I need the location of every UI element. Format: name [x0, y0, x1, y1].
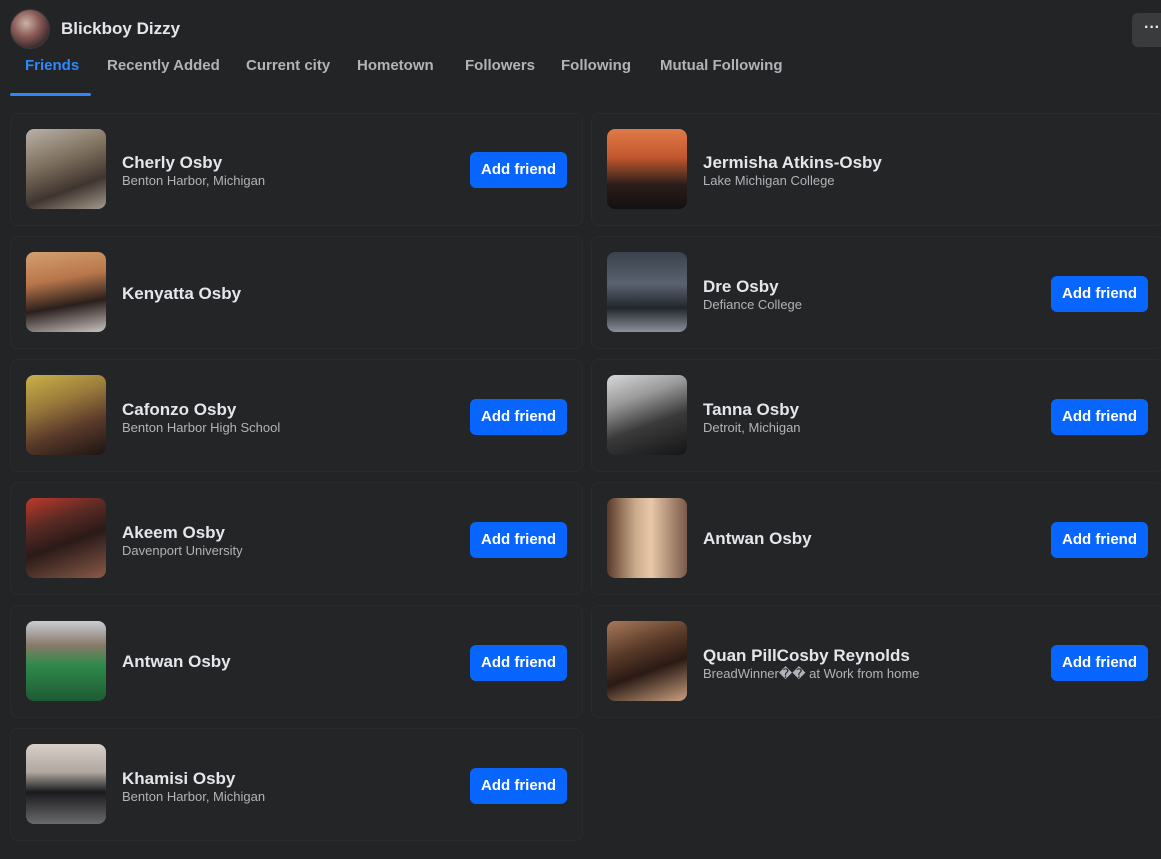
friend-subtitle: Lake Michigan College [703, 173, 835, 188]
tab-following[interactable]: Following [561, 52, 631, 96]
friend-photo[interactable] [26, 375, 106, 455]
active-tab-indicator [10, 93, 91, 96]
add-friend-button[interactable]: Add friend [470, 522, 567, 558]
friend-name[interactable]: Khamisi Osby [122, 769, 235, 789]
tab-followers[interactable]: Followers [465, 52, 535, 96]
tab-friends[interactable]: Friends [25, 52, 79, 96]
friend-card: Kenyatta Osby [10, 236, 583, 349]
friend-photo[interactable] [607, 375, 687, 455]
friend-photo[interactable] [26, 129, 106, 209]
tab-hometown[interactable]: Hometown [357, 52, 434, 96]
friend-card: Dre Osby Defiance College Add friend [591, 236, 1161, 349]
friend-name[interactable]: Cafonzo Osby [122, 400, 236, 420]
friend-card: Akeem Osby Davenport University Add frie… [10, 482, 583, 595]
friend-card: Antwan Osby Add friend [10, 605, 583, 718]
add-friend-button[interactable]: Add friend [1051, 276, 1148, 312]
more-options-button[interactable]: ··· [1132, 13, 1161, 47]
friend-name[interactable]: Quan PillCosby Reynolds [703, 646, 910, 666]
profile-name[interactable]: Blickboy Dizzy [61, 19, 180, 39]
friend-photo[interactable] [607, 252, 687, 332]
friend-photo[interactable] [26, 744, 106, 824]
friends-tabs: Friends Recently Added Current city Home… [0, 52, 900, 98]
friend-card: Jermisha Atkins-Osby Lake Michigan Colle… [591, 113, 1161, 226]
tab-current-city[interactable]: Current city [246, 52, 330, 96]
friend-photo[interactable] [26, 252, 106, 332]
friend-name[interactable]: Tanna Osby [703, 400, 799, 420]
friend-subtitle: Benton Harbor, Michigan [122, 789, 266, 804]
friend-name[interactable]: Akeem Osby [122, 523, 225, 543]
friend-name[interactable]: Antwan Osby [703, 529, 812, 549]
friend-photo[interactable] [607, 129, 687, 209]
friend-card: Khamisi Osby Benton Harbor, Michigan Add… [10, 728, 583, 841]
friend-photo[interactable] [26, 498, 106, 578]
add-friend-button[interactable]: Add friend [1051, 522, 1148, 558]
friend-subtitle: Benton Harbor, Michigan [122, 173, 266, 188]
friend-card: Antwan Osby Add friend [591, 482, 1161, 595]
friend-subtitle: Davenport University [122, 543, 243, 558]
friend-photo[interactable] [607, 498, 687, 578]
add-friend-button[interactable]: Add friend [470, 768, 567, 804]
friend-name[interactable]: Jermisha Atkins-Osby [703, 153, 882, 173]
friend-subtitle: Defiance College [703, 297, 803, 312]
friend-photo[interactable] [26, 621, 106, 701]
friend-subtitle: Detroit, Michigan [703, 420, 801, 435]
friend-photo[interactable] [607, 621, 687, 701]
friend-name[interactable]: Antwan Osby [122, 652, 231, 672]
profile-avatar[interactable] [10, 9, 50, 49]
tab-recently-added[interactable]: Recently Added [107, 52, 220, 96]
friend-card: Cafonzo Osby Benton Harbor High School A… [10, 359, 583, 472]
friend-name[interactable]: Kenyatta Osby [122, 284, 241, 304]
friend-subtitle: Benton Harbor High School [122, 420, 281, 435]
profile-header: Blickboy Dizzy ··· [0, 0, 1161, 58]
add-friend-button[interactable]: Add friend [470, 645, 567, 681]
friend-card: Tanna Osby Detroit, Michigan Add friend [591, 359, 1161, 472]
add-friend-button[interactable]: Add friend [1051, 399, 1148, 435]
friend-card: Cherly Osby Benton Harbor, Michigan Add … [10, 113, 583, 226]
add-friend-button[interactable]: Add friend [470, 399, 567, 435]
friend-name[interactable]: Dre Osby [703, 277, 779, 297]
add-friend-button[interactable]: Add friend [1051, 645, 1148, 681]
tab-mutual-following[interactable]: Mutual Following [660, 52, 782, 96]
friend-card: Quan PillCosby Reynolds BreadWinner�� at… [591, 605, 1161, 718]
friend-subtitle: BreadWinner�� at Work from home [703, 666, 920, 681]
add-friend-button[interactable]: Add friend [470, 152, 567, 188]
friend-name[interactable]: Cherly Osby [122, 153, 222, 173]
